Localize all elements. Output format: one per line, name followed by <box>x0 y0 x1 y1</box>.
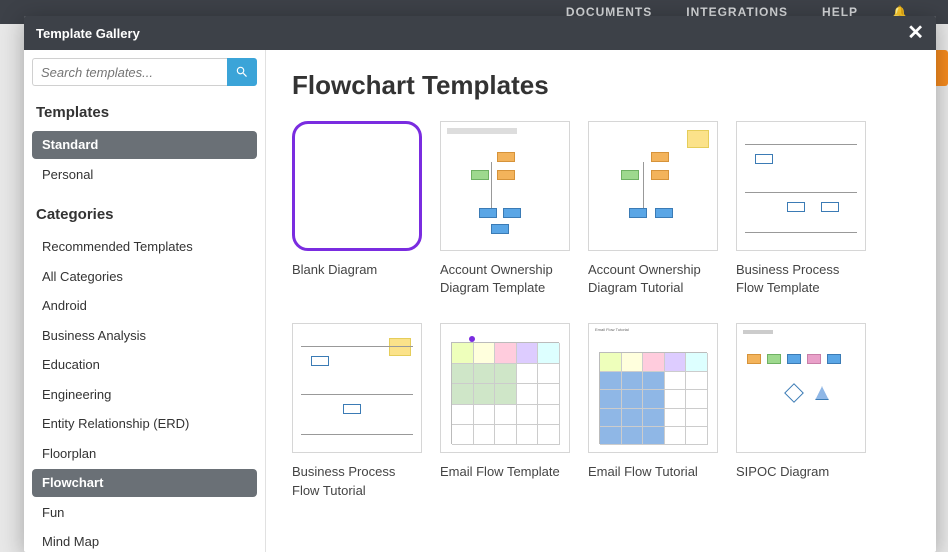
category-item[interactable]: Flowchart <box>32 469 257 497</box>
template-thumbnail <box>440 121 570 251</box>
search-input[interactable] <box>32 58 227 86</box>
category-item[interactable]: Education <box>32 351 257 379</box>
template-thumbnail <box>292 323 422 453</box>
category-item[interactable]: Recommended Templates <box>32 233 257 261</box>
search-row <box>32 58 257 86</box>
modal-header: Template Gallery ✕ <box>24 16 936 50</box>
content-title: Flowchart Templates <box>292 70 910 101</box>
template-label: Business Process Flow Tutorial <box>292 463 422 499</box>
template-label: Email Flow Template <box>440 463 570 481</box>
template-thumbnail <box>736 323 866 453</box>
search-icon <box>235 65 249 79</box>
template-card[interactable]: Email Flow Tutorial Email Flow Tutorial <box>588 323 718 499</box>
template-card[interactable]: Business Process Flow Tutorial <box>292 323 422 499</box>
category-item[interactable]: Entity Relationship (ERD) <box>32 410 257 438</box>
category-item[interactable]: All Categories <box>32 263 257 291</box>
template-label: SIPOC Diagram <box>736 463 866 481</box>
sidebar: Templates StandardPersonal Categories Re… <box>24 50 266 552</box>
template-thumbnail <box>588 121 718 251</box>
template-thumbnail <box>440 323 570 453</box>
template-card[interactable]: SIPOC Diagram <box>736 323 866 499</box>
category-item[interactable]: Business Analysis <box>32 322 257 350</box>
template-card[interactable]: Account Ownership Diagram Template <box>440 121 570 297</box>
template-label: Email Flow Tutorial <box>588 463 718 481</box>
template-tab-personal[interactable]: Personal <box>32 161 257 189</box>
template-card[interactable]: Business Process Flow Template <box>736 121 866 297</box>
template-thumbnail: Email Flow Tutorial <box>588 323 718 453</box>
template-grid: Blank Diagram Account Ownership Diagram T… <box>292 121 910 500</box>
template-card[interactable]: Blank Diagram <box>292 121 422 297</box>
modal-body: Templates StandardPersonal Categories Re… <box>24 50 936 552</box>
template-card[interactable]: Email Flow Template <box>440 323 570 499</box>
template-thumbnail <box>736 121 866 251</box>
category-item[interactable]: Fun <box>32 499 257 527</box>
category-item[interactable]: Floorplan <box>32 440 257 468</box>
template-gallery-modal: Template Gallery ✕ Templates StandardPer… <box>24 16 936 552</box>
categories-heading: Categories <box>36 206 257 223</box>
template-label: Business Process Flow Template <box>736 261 866 297</box>
category-item[interactable]: Mind Map <box>32 528 257 552</box>
templates-heading: Templates <box>36 104 257 121</box>
template-tab-standard[interactable]: Standard <box>32 131 257 159</box>
template-card[interactable]: Account Ownership Diagram Tutorial <box>588 121 718 297</box>
template-label: Account Ownership Diagram Template <box>440 261 570 297</box>
category-item[interactable]: Android <box>32 292 257 320</box>
category-item[interactable]: Engineering <box>32 381 257 409</box>
template-label: Blank Diagram <box>292 261 422 279</box>
template-label: Account Ownership Diagram Tutorial <box>588 261 718 297</box>
modal-title: Template Gallery <box>36 26 140 41</box>
search-button[interactable] <box>227 58 257 86</box>
content-area: Flowchart Templates Blank Diagram Account… <box>266 50 936 552</box>
template-thumbnail <box>292 121 422 251</box>
close-icon[interactable]: ✕ <box>907 23 924 43</box>
